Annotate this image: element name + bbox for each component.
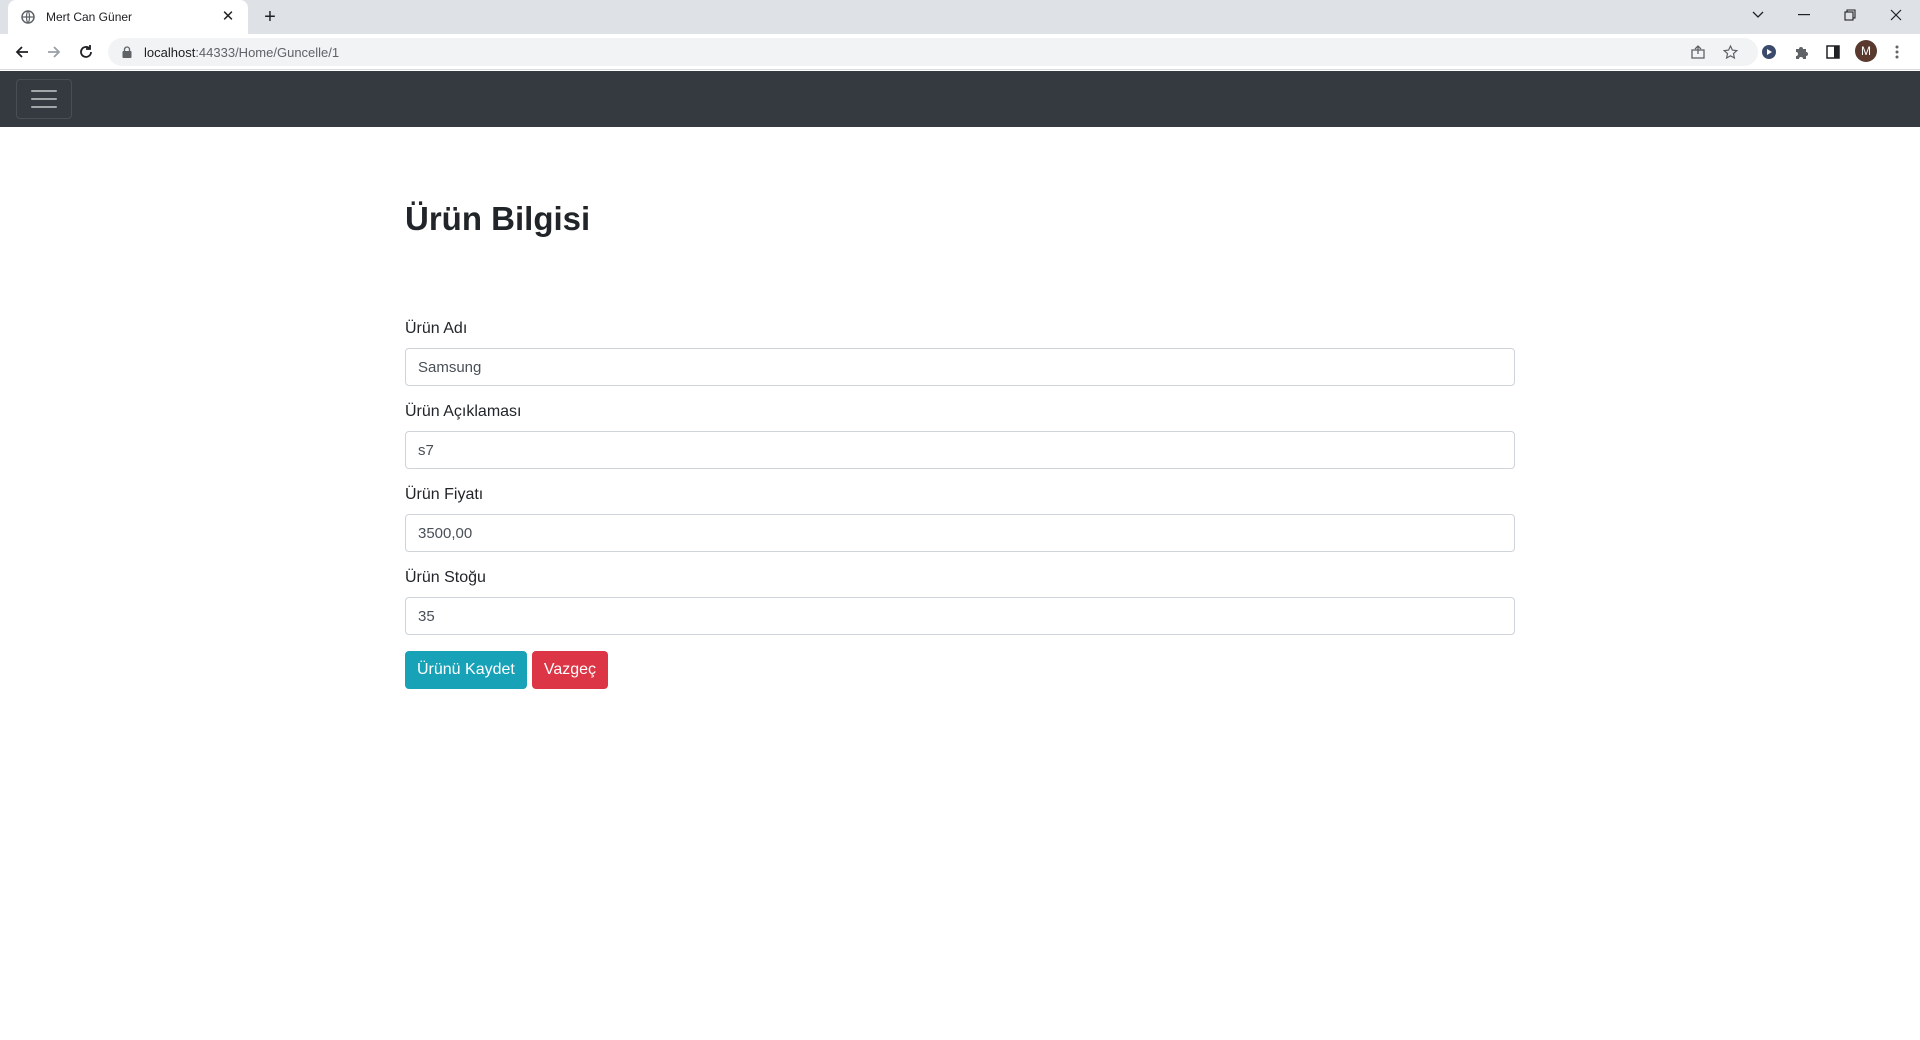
app-navbar	[0, 71, 1920, 127]
browser-tab[interactable]: Mert Can Güner ✕	[8, 0, 248, 34]
form-group-stock: Ürün Stoğu	[405, 568, 1515, 635]
browser-toolbar: localhost:44333/Home/Guncelle/1	[0, 34, 1920, 70]
product-price-label: Ürün Fiyatı	[405, 486, 484, 503]
reload-icon[interactable]	[72, 38, 100, 66]
chevron-down-icon[interactable]	[1736, 0, 1780, 30]
address-bar[interactable]: localhost:44333/Home/Guncelle/1	[108, 38, 1758, 66]
product-form: Ürün Adı Ürün Açıklaması Ürün Fiyatı Ürü…	[405, 319, 1515, 689]
product-name-input[interactable]	[405, 348, 1515, 386]
hamburger-icon[interactable]	[16, 79, 72, 119]
url-text: localhost:44333/Home/Guncelle/1	[144, 45, 339, 60]
product-stock-input[interactable]	[405, 597, 1515, 635]
minimize-icon[interactable]	[1782, 0, 1826, 30]
back-icon[interactable]	[8, 38, 36, 66]
url-host: localhost	[144, 44, 196, 60]
sidepanel-icon[interactable]	[1821, 40, 1845, 64]
plus-icon[interactable]: +	[258, 6, 282, 30]
lock-icon	[120, 45, 134, 59]
url-path: :44333/Home/Guncelle/1	[195, 44, 340, 60]
cancel-button[interactable]: Vazgeç	[531, 651, 609, 689]
profile-avatar[interactable]: M	[1855, 40, 1877, 62]
form-group-description: Ürün Açıklaması	[405, 402, 1515, 469]
form-group-price: Ürün Fiyatı	[405, 485, 1515, 552]
form-actions: Ürünü Kaydet Vazgeç	[405, 651, 1515, 689]
forward-icon[interactable]	[40, 38, 68, 66]
extension-icon[interactable]	[1757, 40, 1781, 64]
globe-icon	[20, 9, 36, 25]
star-icon[interactable]	[1718, 40, 1742, 64]
product-price-input[interactable]	[405, 514, 1515, 552]
share-icon[interactable]	[1686, 40, 1710, 64]
tab-title: Mert Can Güner	[46, 10, 133, 24]
product-description-input[interactable]	[405, 431, 1515, 469]
window-close-icon[interactable]	[1874, 0, 1918, 30]
product-description-label: Ürün Açıklaması	[405, 403, 522, 420]
page-title: Ürün Bilgisi	[405, 200, 591, 237]
menu-icon[interactable]	[1885, 40, 1909, 64]
close-icon[interactable]: ✕	[220, 9, 236, 25]
save-button[interactable]: Ürünü Kaydet	[405, 651, 527, 689]
form-group-name: Ürün Adı	[405, 319, 1515, 386]
product-name-label: Ürün Adı	[405, 320, 468, 337]
restore-icon[interactable]	[1828, 0, 1872, 30]
puzzle-icon[interactable]	[1789, 40, 1813, 64]
product-stock-label: Ürün Stoğu	[405, 569, 486, 586]
browser-tab-bar: Mert Can Güner ✕ +	[0, 0, 1920, 34]
